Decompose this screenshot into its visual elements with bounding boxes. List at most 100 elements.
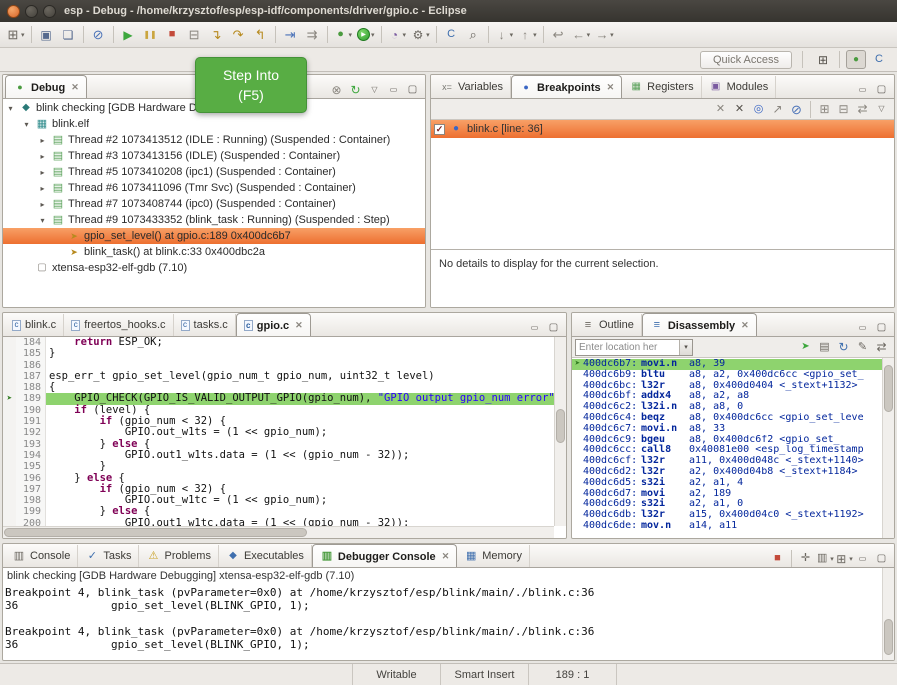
go-to-file-button[interactable]: ↗ bbox=[769, 101, 786, 118]
maximize-button[interactable]: ▢ bbox=[873, 81, 890, 98]
quick-access-button[interactable]: Quick Access bbox=[700, 51, 792, 69]
maximize-button[interactable]: ▢ bbox=[873, 319, 890, 336]
tab-variables[interactable]: x=Variables bbox=[433, 76, 511, 98]
debug-tree-item[interactable]: ▸▤Thread #5 1073410208 (ipc1) (Suspended… bbox=[3, 164, 425, 180]
debug-tree-item[interactable]: ➤blink_task() at blink.c:33 0x400dbc2a bbox=[3, 244, 425, 260]
tab-gpio-c[interactable]: cgpio.c✕ bbox=[236, 313, 311, 336]
breakpoint-checkbox[interactable]: ✓ bbox=[434, 124, 445, 135]
debug-tree-item[interactable]: ▢xtensa-esp32-elf-gdb (7.10) bbox=[3, 260, 425, 276]
expand-arrow-icon[interactable]: ▸ bbox=[37, 136, 48, 145]
view-menu-button[interactable]: ▽ bbox=[366, 81, 383, 98]
debug-tree-item[interactable]: ▸▤Thread #6 1073411096 (Tmr Svc) (Suspen… bbox=[3, 180, 425, 196]
location-input[interactable]: Enter location her bbox=[576, 342, 679, 353]
window-close-button[interactable] bbox=[7, 5, 20, 18]
collapse-all-button[interactable]: ⊟ bbox=[835, 101, 852, 118]
save-button[interactable]: ▣ bbox=[36, 24, 57, 46]
view-menu-button[interactable]: ▽ bbox=[873, 101, 890, 118]
debug-perspective-button[interactable]: ● bbox=[846, 50, 866, 69]
minimize-button[interactable]: ▭ bbox=[854, 550, 871, 567]
use-step-filters-button[interactable]: ⇉ bbox=[302, 24, 323, 46]
code-line[interactable]: 185} bbox=[3, 348, 554, 359]
combo-dropdown-icon[interactable]: ▾ bbox=[679, 340, 692, 355]
console-scrollbar[interactable] bbox=[882, 568, 894, 660]
step-return-button[interactable]: ↰ bbox=[250, 24, 271, 46]
tab-memory[interactable]: ▦Memory bbox=[457, 545, 530, 567]
tab-freertos-hooks-c[interactable]: cfreertos_hooks.c bbox=[64, 314, 173, 336]
collapse-arrow-icon[interactable]: ▾ bbox=[5, 104, 16, 113]
restart-button[interactable]: ↻ bbox=[347, 81, 364, 98]
tab-tasks[interactable]: ✓Tasks bbox=[78, 545, 139, 567]
editor-horizontal-scrollbar[interactable] bbox=[3, 526, 554, 538]
maximize-button[interactable]: ▢ bbox=[545, 319, 562, 336]
remove-breakpoint-button[interactable]: ✕ bbox=[712, 101, 729, 118]
code-line[interactable]: 200 GPIO.out1_w1tc.data = (1 << (gpio_nu… bbox=[3, 518, 554, 526]
editor-vertical-scrollbar[interactable] bbox=[554, 337, 566, 526]
pin-console-button[interactable]: ✛ bbox=[797, 550, 814, 567]
open-console-button[interactable]: ⊞▾ bbox=[835, 550, 852, 567]
tab-outline[interactable]: ≡Outline bbox=[574, 314, 642, 336]
tab-executables[interactable]: ◆Executables bbox=[219, 545, 312, 567]
remove-all-breakpoints-button[interactable]: ✕ bbox=[731, 101, 748, 118]
scrollbar-thumb[interactable] bbox=[884, 619, 893, 656]
expand-arrow-icon[interactable]: ▸ bbox=[37, 200, 48, 209]
console-output[interactable]: blink checking [GDB Hardware Debugging] … bbox=[3, 568, 894, 660]
show-supported-breakpoints-button[interactable]: ◎ bbox=[750, 101, 767, 118]
new-c-project-button[interactable]: C bbox=[441, 24, 462, 46]
scrollbar-thumb[interactable] bbox=[4, 528, 307, 537]
expand-arrow-icon[interactable]: ▸ bbox=[37, 168, 48, 177]
close-tab-icon[interactable]: ✕ bbox=[71, 82, 79, 93]
run-button[interactable]: ▶▾ bbox=[355, 24, 377, 46]
minimize-button[interactable]: ▭ bbox=[854, 319, 871, 336]
maximize-button[interactable]: ▢ bbox=[404, 81, 421, 98]
code-editor[interactable]: 184 return ESP_OK;185}186187esp_err_t gp… bbox=[3, 337, 566, 538]
disassembly-line[interactable]: 400dc6b9:bltua8, a2, 0x400dc6cc <gpio_se… bbox=[572, 370, 882, 381]
window-minimize-button[interactable] bbox=[25, 5, 38, 18]
location-combo[interactable]: Enter location her ▾ bbox=[575, 339, 693, 356]
tab-breakpoints[interactable]: ●Breakpoints✕ bbox=[511, 75, 622, 98]
close-tab-icon[interactable]: ✕ bbox=[607, 82, 615, 93]
remove-all-terminated-button[interactable]: ⊗ bbox=[328, 81, 345, 98]
debug-tree-item[interactable]: ▸▤Thread #2 1073413512 (IDLE : Running) … bbox=[3, 132, 425, 148]
disassembly-line[interactable]: 400dc6c7:movi.na8, 33 bbox=[572, 424, 882, 435]
skip-all-breakpoints-button[interactable]: ⊘ bbox=[788, 101, 805, 118]
tab-tasks-c[interactable]: ctasks.c bbox=[174, 314, 236, 336]
back-button[interactable]: ←▾ bbox=[570, 24, 593, 46]
close-tab-icon[interactable]: ✕ bbox=[295, 320, 303, 331]
terminate-console-button[interactable]: ■ bbox=[769, 550, 786, 567]
show-source-button[interactable]: ▤ bbox=[816, 339, 833, 356]
minimize-button[interactable]: ▭ bbox=[385, 81, 402, 98]
refresh-button[interactable]: ↻ bbox=[835, 339, 852, 356]
next-annotation-button[interactable]: ↓▾ bbox=[493, 24, 516, 46]
disassembly-scrollbar[interactable] bbox=[882, 358, 894, 538]
scrollbar-thumb[interactable] bbox=[556, 409, 565, 443]
link-with-debug-button[interactable]: ⇄ bbox=[854, 101, 871, 118]
tab-modules[interactable]: ▣Modules bbox=[702, 76, 777, 98]
previous-annotation-button[interactable]: ↑▾ bbox=[516, 24, 539, 46]
track-expression-button[interactable]: ✎ bbox=[854, 339, 871, 356]
suspend-button[interactable]: ❚❚ bbox=[140, 24, 161, 46]
minimize-button[interactable]: ▭ bbox=[854, 81, 871, 98]
open-perspective-button[interactable]: ⊞ bbox=[813, 50, 833, 69]
breakpoint-item[interactable]: ✓●blink.c [line: 36] bbox=[431, 120, 894, 138]
tab-registers[interactable]: ▦Registers bbox=[622, 76, 701, 98]
new-wizard-button[interactable]: ⊞▾ bbox=[4, 24, 27, 46]
scrollbar-thumb[interactable] bbox=[884, 365, 893, 412]
tab-disassembly[interactable]: ≡Disassembly✕ bbox=[642, 313, 757, 336]
code-line[interactable]: 187esp_err_t gpio_set_level(gpio_num_t g… bbox=[3, 371, 554, 382]
disconnect-button[interactable]: ⊟ bbox=[184, 24, 205, 46]
close-tab-icon[interactable]: ✕ bbox=[442, 551, 450, 562]
tab-console[interactable]: ▥Console bbox=[5, 545, 78, 567]
profile-button[interactable]: ◔▾ bbox=[386, 24, 409, 46]
run-to-line-button[interactable]: ⇥ bbox=[280, 24, 301, 46]
sync-button[interactable]: ⇄ bbox=[873, 339, 890, 356]
debug-tree-item[interactable]: ▸▤Thread #3 1073413156 (IDLE) (Suspended… bbox=[3, 148, 425, 164]
external-tools-button[interactable]: ⚙▾ bbox=[409, 24, 432, 46]
expand-arrow-icon[interactable]: ▸ bbox=[37, 152, 48, 161]
code-line[interactable]: 184 return ESP_OK; bbox=[3, 337, 554, 348]
expand-arrow-icon[interactable]: ▸ bbox=[37, 184, 48, 193]
goto-pc-button[interactable]: ➤ bbox=[797, 339, 814, 356]
tab-debugger-console[interactable]: ▥Debugger Console✕ bbox=[312, 544, 457, 567]
disassembly-line[interactable]: 400dc6de:mov.na14, a11 bbox=[572, 521, 882, 532]
collapse-arrow-icon[interactable]: ▾ bbox=[21, 120, 32, 129]
debug-tree-item[interactable]: ▾▤Thread #9 1073433352 (blink_task : Run… bbox=[3, 212, 425, 228]
